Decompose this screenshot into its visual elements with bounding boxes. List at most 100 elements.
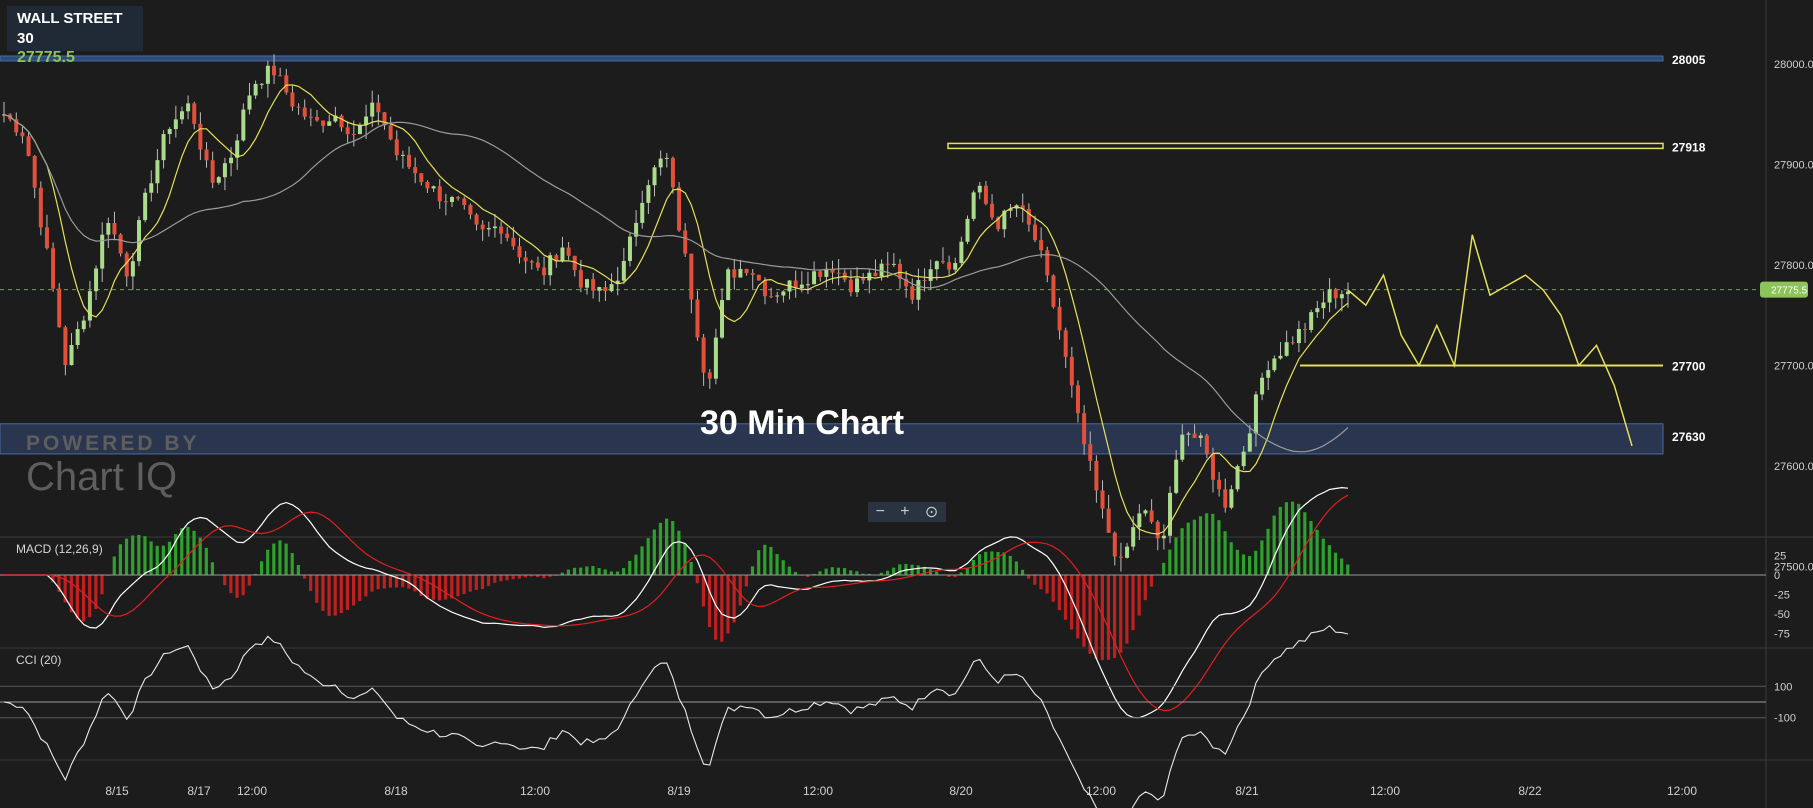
macd-bar-positive xyxy=(787,566,791,575)
macd-bar-positive xyxy=(1186,522,1190,575)
macd-bar-positive xyxy=(1205,513,1209,575)
down-candle xyxy=(376,102,381,113)
macd-bar-positive xyxy=(124,538,129,575)
up-candle xyxy=(216,177,221,183)
macd-bar-negative xyxy=(235,575,239,598)
macd-bar-positive xyxy=(1254,550,1258,575)
zoom-in-button[interactable]: + xyxy=(900,503,909,521)
down-candle xyxy=(278,75,283,77)
down-candle xyxy=(1026,208,1031,225)
up-candle xyxy=(775,295,780,297)
zoom-reset-icon[interactable]: ⊙ xyxy=(925,502,938,522)
up-candle xyxy=(161,134,166,161)
down-candle xyxy=(1333,289,1338,299)
down-candle xyxy=(290,92,295,107)
y-axis-tick-label: 27800.0 xyxy=(1774,260,1813,272)
down-candle xyxy=(57,288,62,328)
up-candle xyxy=(1125,546,1130,558)
down-candle xyxy=(1106,508,1111,533)
down-candle xyxy=(1082,413,1087,445)
down-candle xyxy=(1118,556,1123,558)
down-candle xyxy=(480,224,485,230)
macd-bar-positive xyxy=(1333,552,1338,575)
down-candle xyxy=(670,157,675,188)
macd-bar-positive xyxy=(1002,552,1006,575)
macd-bar-negative xyxy=(450,575,454,599)
macd-bar-positive xyxy=(143,536,147,575)
macd-bar-negative xyxy=(370,575,374,592)
macd-bar-negative xyxy=(542,575,546,579)
macd-bar-positive xyxy=(290,553,294,575)
down-candle xyxy=(769,296,774,298)
macd-bar-positive xyxy=(180,528,184,575)
up-candle xyxy=(621,260,626,281)
up-candle xyxy=(155,160,160,184)
macd-bar-positive xyxy=(155,545,159,575)
up-candle xyxy=(1137,513,1142,528)
macd-bar-negative xyxy=(401,575,405,588)
macd-bar-positive xyxy=(824,568,828,575)
down-candle xyxy=(1112,532,1117,557)
up-candle xyxy=(713,337,718,379)
price-chart[interactable]: 28005 27918 27700 27630 28000.0 27900.0 27800.… xyxy=(0,0,1813,808)
down-candle xyxy=(542,267,547,276)
up-candle xyxy=(1315,308,1320,313)
up-candle xyxy=(259,83,264,85)
macd-bar-positive xyxy=(1235,549,1239,575)
level-label-27630: 27630 xyxy=(1672,430,1706,444)
macd-bar-negative xyxy=(493,575,497,583)
macd-bar-negative xyxy=(339,575,343,614)
up-candle xyxy=(658,158,663,168)
down-candle xyxy=(1051,275,1056,307)
down-candle xyxy=(744,268,749,274)
macd-bar-positive xyxy=(1284,502,1289,575)
up-candle xyxy=(1180,434,1185,460)
macd-bar-negative xyxy=(444,575,448,600)
macd-bar-negative xyxy=(1033,575,1037,585)
macd-bar-positive xyxy=(131,535,135,575)
up-candle xyxy=(143,192,148,221)
down-candle xyxy=(1057,306,1062,331)
down-candle xyxy=(1192,433,1197,438)
down-candle xyxy=(535,262,540,268)
macd-bar-positive xyxy=(1290,501,1295,575)
up-candle xyxy=(1247,433,1252,452)
macd-bar-negative xyxy=(720,575,724,642)
up-candle xyxy=(664,157,669,159)
up-candle xyxy=(799,284,804,289)
macd-bar-positive xyxy=(855,571,859,575)
down-candle xyxy=(695,299,700,338)
macd-bar-positive xyxy=(259,561,264,575)
macd-bar-positive xyxy=(849,570,853,575)
up-candle xyxy=(431,186,436,189)
x-axis-tick-label: 8/20 xyxy=(949,784,973,798)
down-candle xyxy=(983,185,988,204)
macd-bar-negative xyxy=(88,575,92,618)
zoom-out-button[interactable]: − xyxy=(876,503,885,521)
up-candle xyxy=(1284,342,1289,356)
macd-bar-negative xyxy=(302,575,307,579)
down-candle xyxy=(38,187,43,228)
macd-bar-positive xyxy=(1192,519,1196,575)
up-candle xyxy=(1198,435,1203,438)
up-candle xyxy=(627,236,632,261)
watermark-powered-by: POWERED BY xyxy=(26,432,200,455)
macd-bar-positive xyxy=(677,530,681,575)
up-candle xyxy=(100,234,105,269)
down-candle xyxy=(382,112,387,126)
down-candle xyxy=(922,280,927,282)
up-candle xyxy=(609,284,614,292)
x-axis-tick-label: 8/17 xyxy=(187,784,211,798)
macd-bar-positive xyxy=(781,560,785,575)
up-candle xyxy=(75,329,80,346)
macd-bar-positive xyxy=(622,568,626,575)
macd-bar-positive xyxy=(818,571,822,575)
down-candle xyxy=(1204,435,1209,454)
macd-bar-positive xyxy=(1168,549,1172,575)
y-axis-tick-label: 27900.0 xyxy=(1774,160,1813,172)
up-candle xyxy=(855,278,860,293)
macd-bar-positive xyxy=(996,551,1000,575)
up-candle xyxy=(222,163,227,178)
instrument-name: WALL STREET 30 xyxy=(17,10,123,47)
macd-bar-negative xyxy=(1063,575,1068,620)
